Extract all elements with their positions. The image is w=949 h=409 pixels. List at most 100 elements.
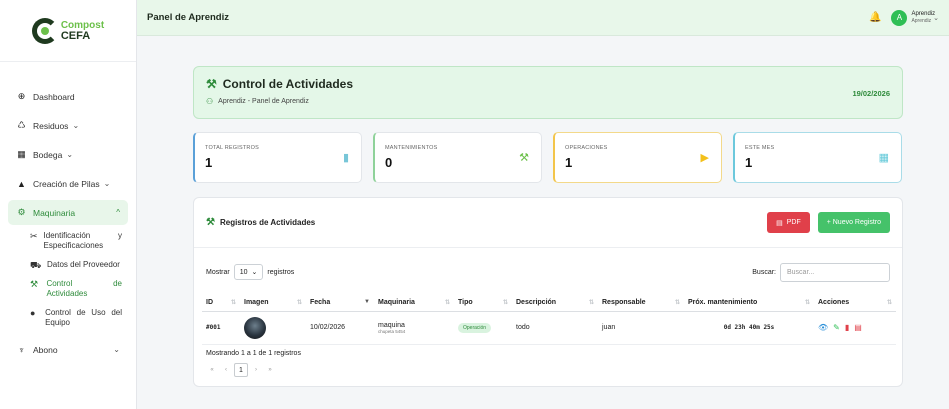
sidebar-item-label: Residuos xyxy=(33,120,69,131)
cell-acciones: 👁 ✎ ▮ ▤ xyxy=(814,311,896,345)
cogs-icon: ⚙ xyxy=(17,207,26,217)
sidebar-item-bodega[interactable]: ▦ Bodega ⌄ xyxy=(8,142,128,167)
chevron-down-icon: ⌄ xyxy=(66,150,74,159)
sidebar-subitem-label: Control de Actividades xyxy=(46,279,122,298)
column-header-acciones[interactable]: Acciones ⇅ xyxy=(814,294,896,312)
sidebar-item-dashboard[interactable]: ⊕ Dashboard xyxy=(8,84,128,109)
user-menu[interactable]: A Aprendiz Aprendiz ⌄ xyxy=(891,9,939,26)
sort-icon: ⇅ xyxy=(804,300,810,306)
view-icon[interactable]: 👁 xyxy=(818,323,828,332)
sort-icon: ▼ xyxy=(364,299,370,305)
globe-icon: ⊕ xyxy=(17,91,26,101)
sort-icon: ⇅ xyxy=(588,300,594,306)
stat-card-este-mes: ESTE MES 1 ▦ xyxy=(733,132,902,183)
panel-title: Registros de Actividades xyxy=(219,218,316,227)
column-header-responsable[interactable]: Responsable ⇅ xyxy=(598,294,684,312)
sidebar-subitem-label: Identificación y Especificaciones xyxy=(43,231,122,250)
stat-card-total: TOTAL REGISTROS 1 ▮ xyxy=(193,132,362,183)
last-page-button[interactable]: » xyxy=(264,367,276,373)
column-header-maquinaria[interactable]: Maquinaria ⇅ xyxy=(374,294,454,312)
table-controls: Mostrar 10 ⌄ registros Buscar: Buscar... xyxy=(206,262,890,282)
table-row: #001 10/02/2026 maquina chupeta 5454 Ope… xyxy=(202,311,896,345)
sidebar-item-label: Creación de Pilas xyxy=(33,178,100,189)
cell-responsable: juan xyxy=(598,311,684,345)
search-input[interactable]: Buscar... xyxy=(780,262,890,282)
cell-fecha: 10/02/2026 xyxy=(306,311,374,345)
banner-subtitle: Aprendiz - Panel de Aprendiz xyxy=(218,98,309,105)
clipboard-icon: ▮ xyxy=(342,152,349,164)
machine-thumbnail[interactable] xyxy=(244,316,266,339)
pdf-button[interactable]: ▤ PDF xyxy=(767,212,810,233)
sidebar-subitem-proveedor[interactable]: ⛟ Datos del Proveedor xyxy=(30,260,122,270)
column-header-fecha[interactable]: Fecha ▼ xyxy=(306,294,374,312)
pagination: « ‹ 1 › » xyxy=(206,363,276,377)
column-header-id[interactable]: ID ⇅ xyxy=(202,294,240,312)
page-size-select[interactable]: 10 ⌄ xyxy=(233,264,264,280)
column-header-prox-mantenimiento[interactable]: Próx. mantenimiento ⇅ xyxy=(684,294,814,312)
next-page-button[interactable]: › xyxy=(250,367,262,373)
chevron-down-icon: ⌄ xyxy=(933,14,939,22)
recycle-icon: ♺ xyxy=(17,120,26,130)
sidebar-item-residuos[interactable]: ♺ Residuos ⌄ xyxy=(8,113,128,138)
records-table: ID ⇅ Imagen ⇅ Fecha ▼ Maquinaria ⇅ Tipo ⇅ Des… xyxy=(202,294,896,345)
column-header-tipo[interactable]: Tipo ⇅ xyxy=(454,294,512,312)
banner-title: Control de Actividades xyxy=(222,77,354,91)
delete-icon[interactable]: ▮ xyxy=(845,323,849,332)
sort-icon: ⇅ xyxy=(886,300,892,306)
stat-label: ESTE MES xyxy=(745,145,775,151)
sidebar-item-abono[interactable]: ♆ Abono ⌄ xyxy=(8,337,128,362)
stat-card-mantenimientos: MANTENIMIENTOS 0 ⚒ xyxy=(373,132,542,183)
sidebar-item-creacion-pilas[interactable]: ▲ Creación de Pilas ⌄ xyxy=(8,171,128,196)
status-badge: Operación xyxy=(458,322,492,333)
stat-value: 1 xyxy=(565,155,573,170)
sort-icon: ⇅ xyxy=(502,300,508,306)
sort-icon: ⇅ xyxy=(230,300,236,306)
sort-icon: ⇅ xyxy=(444,300,450,306)
sidebar-nav: ⊕ Dashboard ♺ Residuos ⌄ ▦ Bodega ⌄ ▲ Cr… xyxy=(0,62,136,362)
table-info: Mostrando 1 a 1 de 1 registros xyxy=(206,350,301,357)
sort-icon: ⇅ xyxy=(674,300,680,306)
search-placeholder: Buscar... xyxy=(787,268,815,276)
truck-icon: ⛟ xyxy=(30,260,42,270)
banner-date: 19/02/2026 xyxy=(852,89,890,98)
sidebar-subitem-label: Datos del Proveedor xyxy=(47,260,120,269)
wrench-icon: ⚒ xyxy=(206,217,215,228)
current-page-button[interactable]: 1 xyxy=(234,363,248,377)
logo[interactable]: Compost CEFA xyxy=(0,0,136,62)
cell-id: #001 xyxy=(202,311,240,345)
sidebar: Compost CEFA ⊕ Dashboard ♺ Residuos ⌄ ▦ … xyxy=(0,0,137,409)
sidebar-subitem-control-actividades[interactable]: ⚒ Control de Actividades xyxy=(30,279,122,299)
topbar: Panel de Aprendiz 🔔 A Aprendiz Aprendiz … xyxy=(137,0,949,36)
mountain-icon: ▲ xyxy=(17,178,26,189)
sidebar-item-label: Abono xyxy=(33,344,58,355)
sidebar-item-maquinaria[interactable]: ⚙ Maquinaria ^ xyxy=(8,200,128,225)
wrench-icon: ⚒ xyxy=(30,279,39,289)
prev-page-button[interactable]: ‹ xyxy=(220,367,232,373)
bell-icon[interactable]: 🔔 xyxy=(869,12,881,23)
edit-icon[interactable]: ✎ xyxy=(833,323,840,332)
page-size-value: 10 xyxy=(239,268,248,276)
warehouse-icon: ▦ xyxy=(17,149,26,159)
cell-imagen xyxy=(240,311,306,345)
stat-label: MANTENIMIENTOS xyxy=(385,145,438,151)
gauge-icon: ● xyxy=(30,308,36,318)
new-record-button[interactable]: + Nuevo Registro xyxy=(817,212,890,233)
sidebar-subitem-control-uso[interactable]: ● Control de Uso del Equipo xyxy=(30,308,122,328)
show-label: Mostrar xyxy=(206,268,230,276)
chevron-down-icon: ⌄ xyxy=(251,269,258,276)
logo-line-1: Compost xyxy=(60,19,105,31)
sidebar-item-label: Bodega xyxy=(33,149,63,160)
file-pdf-icon: ▤ xyxy=(776,219,783,227)
column-header-imagen[interactable]: Imagen ⇅ xyxy=(240,294,306,312)
cell-tipo: Operación xyxy=(454,311,512,345)
user-name: Aprendiz xyxy=(911,10,936,17)
stat-label: OPERACIONES xyxy=(565,145,608,151)
file-pdf-icon[interactable]: ▤ xyxy=(854,323,862,332)
first-page-button[interactable]: « xyxy=(206,367,218,373)
registros-panel: ⚒ Registros de Actividades ▤ PDF + Nuevo… xyxy=(193,197,903,387)
page-header-banner: ⚒ Control de Actividades ⚇ Aprendiz - Pa… xyxy=(193,66,903,119)
column-header-descripcion[interactable]: Descripción ⇅ xyxy=(512,294,598,312)
sidebar-subitem-identificacion[interactable]: ✂ Identificación y Especificaciones xyxy=(30,231,122,251)
stat-card-operaciones: OPERACIONES 1 ▶ xyxy=(553,132,722,183)
avatar: A xyxy=(891,9,908,26)
